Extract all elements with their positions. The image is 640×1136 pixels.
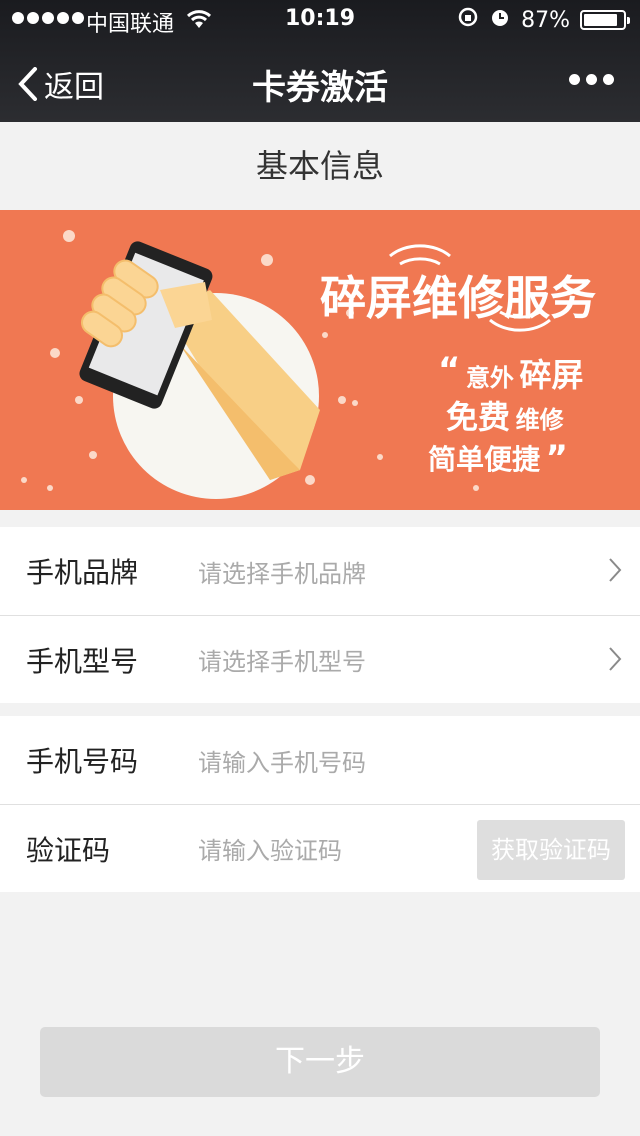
banner-line1-a: 意外 xyxy=(465,364,514,392)
banner-line2-a: 免费 xyxy=(446,398,511,436)
chevron-right-icon xyxy=(609,558,622,582)
banner-headline: 碎屏维修服务 xyxy=(320,271,596,325)
code-row: 验证码 请输入验证码 获取验证码 xyxy=(0,804,640,892)
status-bar: 中国联通 10:19 87% xyxy=(0,0,640,40)
alarm-icon xyxy=(489,6,511,34)
banner-line1-b: 碎屏 xyxy=(519,356,584,394)
battery-percent: 87% xyxy=(521,7,570,33)
device-info-group: 手机品牌 请选择手机品牌 手机型号 请选择手机型号 xyxy=(0,527,640,703)
quote-close: ” xyxy=(545,438,568,478)
phone-row: 手机号码 请输入手机号码 xyxy=(0,716,640,804)
navigation-bar: 返回 卡券激活 xyxy=(0,40,640,122)
section-title: 基本信息 xyxy=(255,147,384,185)
battery-icon xyxy=(580,10,630,30)
model-placeholder: 请选择手机型号 xyxy=(198,648,366,676)
code-input[interactable]: 请输入验证码 xyxy=(198,831,342,866)
next-button[interactable]: 下一步 xyxy=(40,1027,600,1097)
banner-line2-b: 维修 xyxy=(515,406,564,434)
banner-line3: 简单便捷 xyxy=(428,443,541,476)
page-title: 卡券激活 xyxy=(252,68,388,108)
model-row[interactable]: 手机型号 请选择手机型号 xyxy=(0,615,640,703)
code-label: 验证码 xyxy=(26,833,111,867)
chevron-right-icon xyxy=(609,647,622,671)
phone-label: 手机号码 xyxy=(26,745,139,778)
get-code-button[interactable]: 获取验证码 xyxy=(477,820,625,880)
brand-label: 手机品牌 xyxy=(26,556,139,589)
top-bar: 中国联通 10:19 87% 返回 卡券激活 xyxy=(0,0,640,122)
rotation-lock-icon xyxy=(457,6,479,34)
promo-banner: 碎屏维修服务 “ 意外 碎屏 免费 维修 简单便捷 ” xyxy=(0,210,640,510)
phone-input[interactable]: 请输入手机号码 xyxy=(198,743,366,778)
contact-group: 手机号码 请输入手机号码 验证码 请输入验证码 获取验证码 xyxy=(0,716,640,892)
quote-open: “ xyxy=(438,350,461,390)
model-label: 手机型号 xyxy=(26,644,139,678)
brand-placeholder: 请选择手机品牌 xyxy=(198,559,366,588)
more-options-icon[interactable] xyxy=(569,74,614,85)
brand-row[interactable]: 手机品牌 请选择手机品牌 xyxy=(0,527,640,615)
